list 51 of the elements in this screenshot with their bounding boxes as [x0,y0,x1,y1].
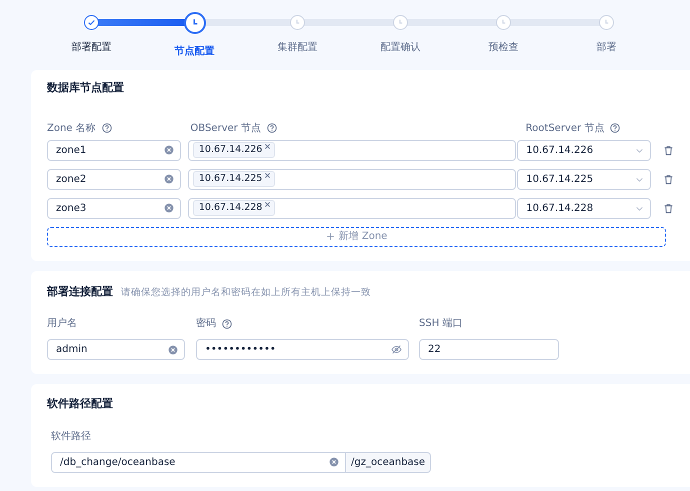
select-field[interactable]: 10.67.14.228 [517,198,652,218]
column-label: Zone 名称 [47,122,96,136]
ip-tag[interactable]: 10.67.14.228 [192,200,276,216]
check-icon [87,18,96,27]
remove-icon [264,172,272,179]
tag-label: 10.67.14.226 [198,143,262,157]
section-title: 数据库节点配置 [47,80,125,96]
step-label[interactable]: 部署 [596,40,616,55]
section-title: 部署连接配置 [47,284,113,300]
input-field[interactable]: /db_change/oceanbase [51,452,346,472]
tag-select-field[interactable]: 10.67.14.225 [188,168,516,190]
clear-icon[interactable] [164,203,174,213]
input-field[interactable]: admin [47,339,185,360]
hint-text: 请确保您选择的用户名和密码在如上所有主机上保持一致 [121,286,371,300]
remove-icon [264,143,272,150]
clear-icon[interactable] [164,174,174,184]
step-label[interactable]: 节点配置 [174,44,214,59]
input-field[interactable]: zone3 [47,198,181,218]
clear-icon[interactable] [164,145,174,155]
plus-icon [326,232,335,241]
ip-tag[interactable]: 10.67.14.225 [192,171,276,187]
tag-select-field[interactable]: 10.67.14.226 [188,140,516,160]
column-label: OBServer 节点 [190,122,261,136]
tag-select-field[interactable]: 10.67.14.228 [188,198,516,218]
input-field[interactable]: zone1 [47,140,181,160]
input-field[interactable]: zone2 [47,168,181,190]
path-suffix: /gz_oceanbase [346,452,432,472]
column-label: RootServer 节点 [526,122,604,136]
field-label: SSH 端口 [419,316,462,331]
ip-tag[interactable]: 10.67.14.226 [192,142,276,158]
trash-icon[interactable] [663,144,674,156]
password-field[interactable]: •••••••••••• [196,339,409,360]
clear-icon[interactable] [168,344,178,354]
select-field[interactable]: 10.67.14.226 [517,140,652,160]
step-label[interactable]: 配置确认 [380,40,420,55]
field-label: 软件路径 [51,430,91,444]
field-label: 用户名 [47,316,77,331]
clear-icon[interactable] [329,457,339,467]
trash-icon[interactable] [663,174,674,184]
remove-icon [264,201,272,208]
step-label[interactable]: 集群配置 [278,40,318,55]
step-label[interactable]: 预检查 [488,40,518,55]
section-title: 软件路径配置 [47,396,114,412]
tag-label: 10.67.14.225 [198,172,262,186]
field-label: 密码 [196,316,216,331]
step-label[interactable]: 部署配置 [72,40,112,55]
tag-label: 10.67.14.228 [198,201,262,215]
input-field[interactable]: 22 [419,339,559,360]
trash-icon[interactable] [663,202,674,214]
select-field[interactable]: 10.67.14.225 [517,168,652,190]
eye-off-icon[interactable] [391,344,402,355]
